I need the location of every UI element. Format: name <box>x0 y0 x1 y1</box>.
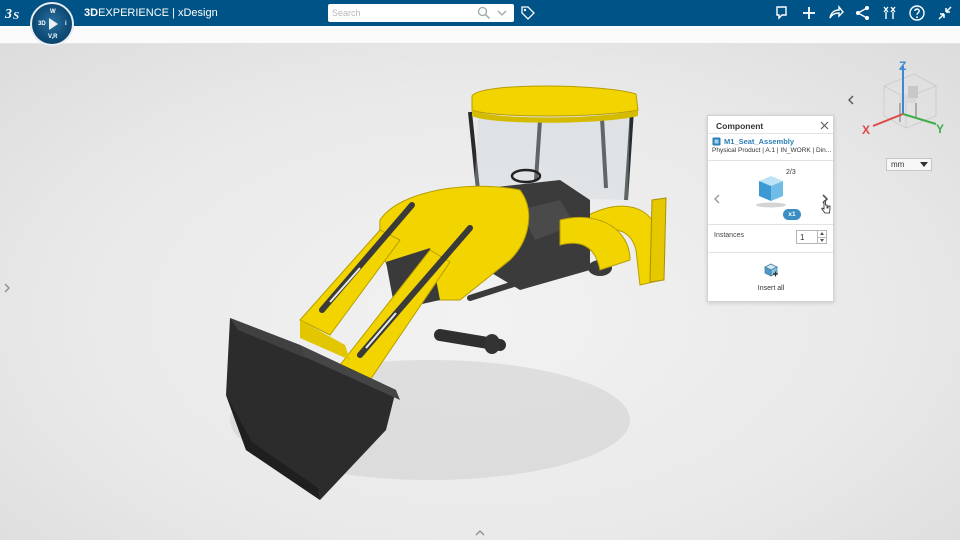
component-thumbnail[interactable] <box>751 169 791 209</box>
insert-all-label: Insert all <box>757 285 785 292</box>
action-bar <box>0 26 960 44</box>
help-icon[interactable] <box>908 4 926 22</box>
svg-text:S: S <box>13 10 19 22</box>
decrement-icon[interactable] <box>817 237 826 243</box>
tag-icon[interactable] <box>520 5 536 21</box>
product-name-link[interactable]: M1_Seat_Assembly <box>724 137 794 146</box>
component-panel: Component M1_Seat_Assembly Physical Prod… <box>707 115 834 302</box>
mouse-pointer-icon <box>821 200 831 214</box>
collapse-icon[interactable] <box>936 4 954 22</box>
share-icon[interactable] <box>827 4 845 22</box>
chevron-right-icon[interactable] <box>2 282 12 294</box>
search-input[interactable] <box>332 6 468 20</box>
previous-arrow-icon[interactable] <box>713 193 721 205</box>
dassault-logo[interactable]: 3S <box>4 4 25 22</box>
compass-quadrant-top[interactable]: W <box>50 9 56 15</box>
play-icon[interactable] <box>49 18 58 30</box>
page-indicator: 2/3 <box>786 169 796 176</box>
quantity-badge: x1 <box>783 209 801 220</box>
divider <box>708 133 833 134</box>
close-icon[interactable] <box>820 121 829 130</box>
instances-input[interactable] <box>800 232 816 242</box>
chevron-up-icon[interactable] <box>474 528 486 538</box>
top-bar: 3S 3DEXPERIENCE | xDesign <box>0 0 960 26</box>
instances-label: Instances <box>714 232 744 239</box>
divider <box>708 224 833 225</box>
network-icon[interactable] <box>854 4 872 22</box>
search-icon[interactable] <box>477 6 491 20</box>
add-icon[interactable] <box>800 4 818 22</box>
product-metadata: Physical Product | A.1 | IN_WORK | Din..… <box>712 147 832 154</box>
units-value: mm <box>891 160 905 169</box>
divider <box>708 160 833 161</box>
compass-quadrant-right[interactable]: i <box>65 21 67 27</box>
view-orientation-triad[interactable]: Z X Y <box>856 56 956 146</box>
compass-quadrant-bottom[interactable]: V,R <box>48 34 57 40</box>
y-axis-label: Y <box>936 122 944 136</box>
dropdown-caret-icon <box>920 162 928 167</box>
svg-text:3: 3 <box>5 7 12 22</box>
divider <box>708 252 833 253</box>
z-axis-label: Z <box>899 59 906 73</box>
physical-product-icon <box>712 137 721 146</box>
app-title: 3DEXPERIENCE | xDesign <box>84 7 218 19</box>
compass-widget[interactable]: W 3D i V,R <box>30 2 74 46</box>
panel-title: Component <box>716 121 764 131</box>
instances-stepper[interactable] <box>796 230 827 244</box>
chevron-left-icon[interactable] <box>846 94 856 106</box>
chevron-down-icon[interactable] <box>496 7 508 19</box>
x-axis-label: X <box>862 123 870 137</box>
compass-quadrant-left[interactable]: 3D <box>38 21 46 27</box>
feedback-icon[interactable] <box>773 4 791 22</box>
insert-all-button[interactable]: Insert all <box>738 258 804 296</box>
compass-app-icon[interactable] <box>881 4 899 22</box>
units-dropdown[interactable]: mm <box>886 158 932 171</box>
insert-component-icon <box>764 263 778 277</box>
